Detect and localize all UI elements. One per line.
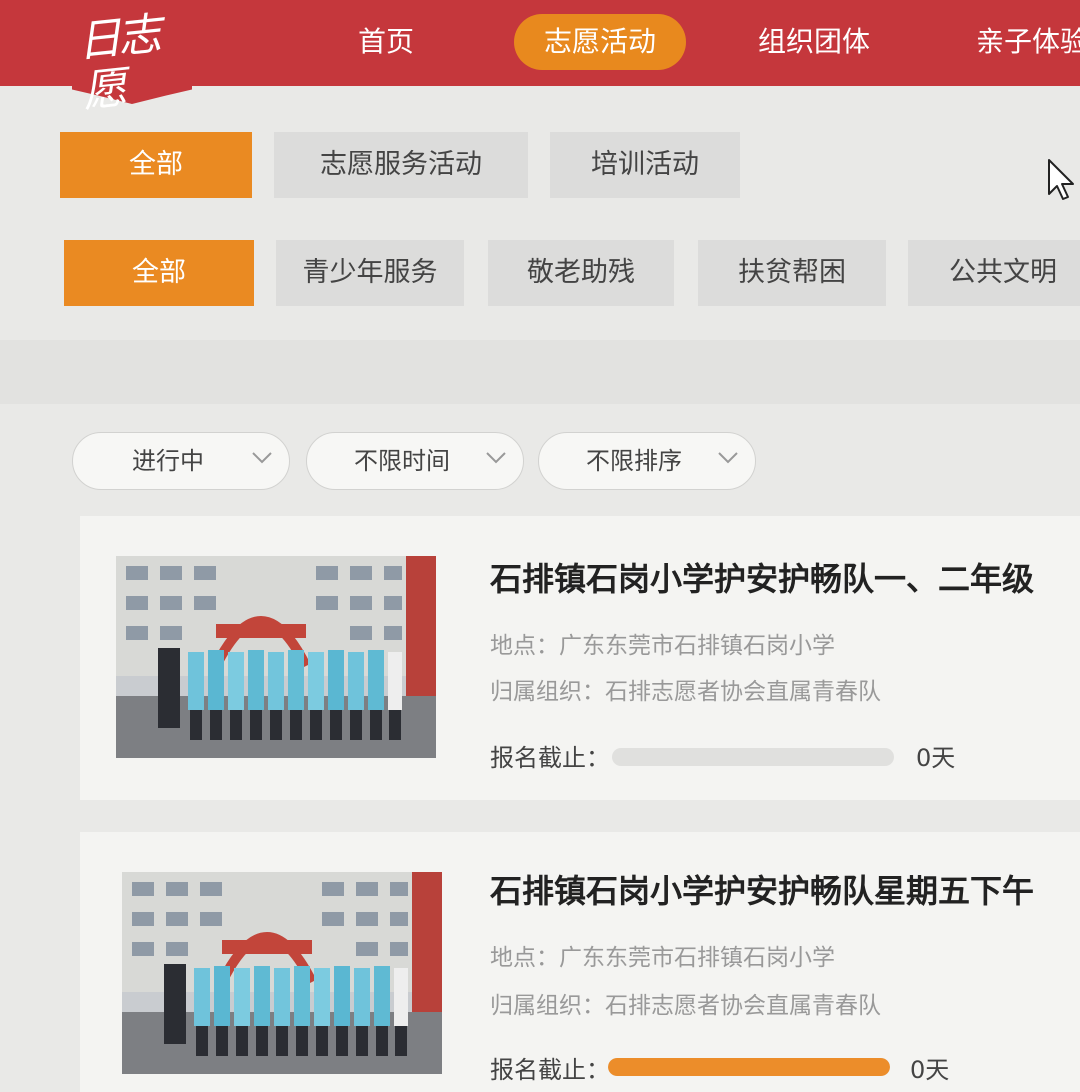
service-type-all[interactable]: 全部	[64, 240, 254, 306]
days-left: 0天	[916, 744, 956, 772]
mouse-cursor-icon	[1048, 159, 1074, 200]
activity-card[interactable]: 石排镇石岗小学护安护畅队一、二年级 地点：广东东莞市石排镇石岗小学 归属组织：石…	[80, 516, 1080, 800]
category-all[interactable]: 全部	[60, 132, 252, 198]
deadline-progress-fill	[608, 1058, 890, 1076]
logo-text: 日志愿	[74, 8, 160, 118]
chevron-down-icon	[486, 452, 506, 464]
time-dropdown-value: 不限时间	[354, 447, 450, 475]
deadline-progress-bar	[608, 1058, 890, 1076]
activity-title[interactable]: 石排镇石岗小学护安护畅队一、二年级	[490, 554, 1080, 600]
service-type-elderly-disabled[interactable]: 敬老助残	[488, 240, 674, 306]
activity-organization: 归属组织：石排志愿者协会直属青春队	[490, 679, 881, 705]
chevron-down-icon	[252, 452, 272, 464]
nav-home[interactable]: 首页	[334, 14, 438, 70]
category-training[interactable]: 培训活动	[550, 132, 740, 198]
time-dropdown[interactable]: 不限时间	[306, 432, 524, 490]
status-dropdown[interactable]: 进行中	[72, 432, 290, 490]
activity-organization: 归属组织：石排志愿者协会直属青春队	[490, 993, 881, 1019]
section-divider	[0, 340, 1080, 404]
site-logo[interactable]: 日志愿	[72, 0, 192, 118]
category-volunteer-service[interactable]: 志愿服务活动	[274, 132, 528, 198]
status-dropdown-value: 进行中	[132, 447, 204, 475]
deadline-label: 报名截止：	[490, 744, 610, 772]
service-type-poverty-relief[interactable]: 扶贫帮困	[698, 240, 886, 306]
sort-dropdown-value: 不限排序	[586, 447, 682, 475]
activity-location: 地点：广东东莞市石排镇石岗小学	[490, 945, 835, 971]
chevron-down-icon	[718, 452, 738, 464]
nav-parent-child[interactable]: 亲子体验	[962, 14, 1080, 70]
service-type-youth[interactable]: 青少年服务	[276, 240, 464, 306]
activity-photo[interactable]	[116, 556, 436, 758]
activity-photo[interactable]	[122, 872, 442, 1074]
service-type-public-civility[interactable]: 公共文明	[908, 240, 1080, 306]
deadline-progress-bar	[612, 748, 894, 766]
activity-title[interactable]: 石排镇石岗小学护安护畅队星期五下午	[490, 866, 1080, 912]
nav-volunteer-activities[interactable]: 志愿活动	[514, 14, 686, 70]
sort-dropdown[interactable]: 不限排序	[538, 432, 756, 490]
activity-card[interactable]: 石排镇石岗小学护安护畅队星期五下午 地点：广东东莞市石排镇石岗小学 归属组织：石…	[80, 832, 1080, 1092]
nav-organizations[interactable]: 组织团体	[744, 14, 884, 70]
activity-location: 地点：广东东莞市石排镇石岗小学	[490, 633, 835, 659]
